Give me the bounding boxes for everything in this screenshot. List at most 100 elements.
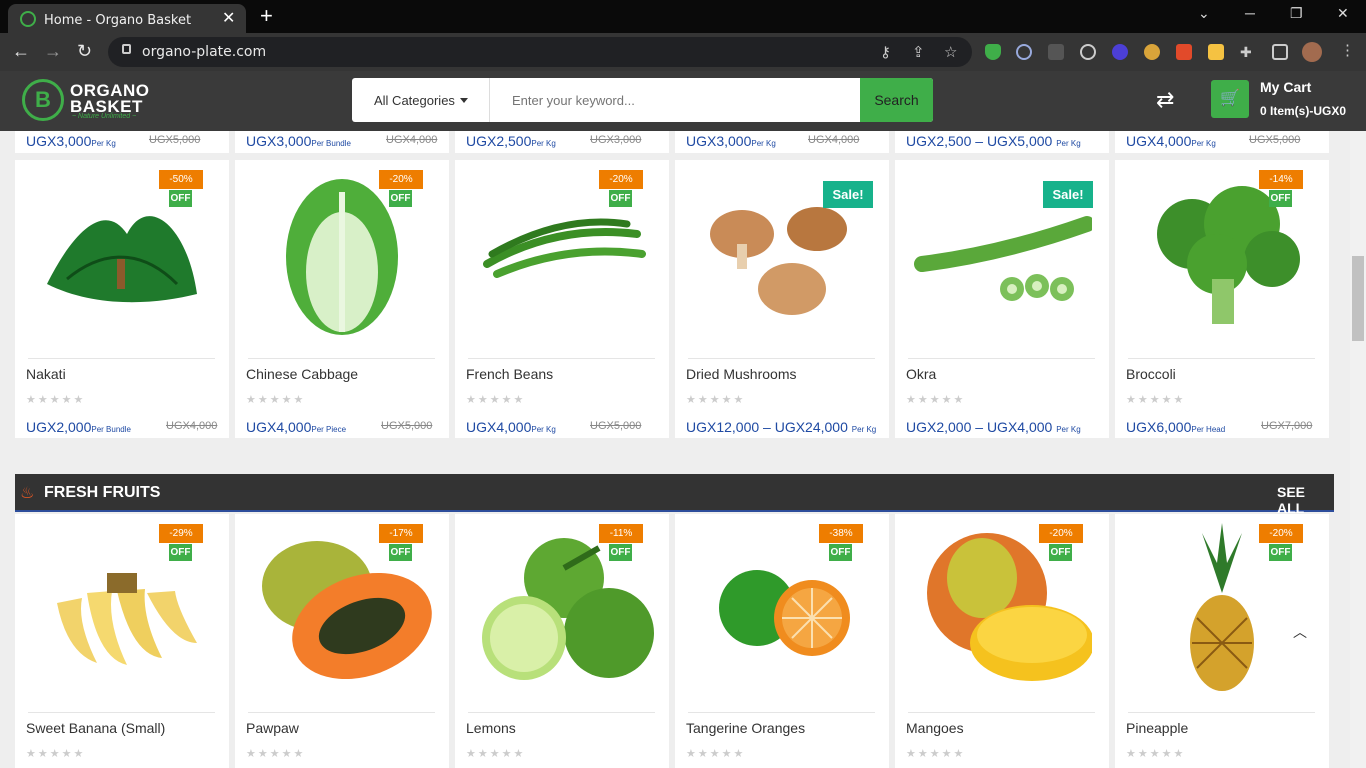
product-name[interactable]: Pawpaw <box>246 720 299 736</box>
product-name[interactable]: Lemons <box>466 720 516 736</box>
product-card[interactable]: -38% OFF Tangerine Oranges ★★★★★ <box>675 514 889 768</box>
page-scrollbar-thumb[interactable] <box>1352 256 1364 341</box>
search-input[interactable] <box>500 78 858 122</box>
product-card[interactable]: -50% OFF Nakati ★★★★★ UGX2,000Per Bundle… <box>15 160 229 438</box>
restore-icon[interactable]: ❐ <box>1290 5 1303 22</box>
product-name[interactable]: Tangerine Oranges <box>686 720 805 736</box>
sidepanel-icon[interactable] <box>1272 44 1288 60</box>
product-card[interactable]: -29% OFF Sweet Banana (Small) ★★★★★ <box>15 514 229 768</box>
target-extension-icon[interactable] <box>1080 44 1096 60</box>
discount-badge: -20% <box>1259 524 1303 543</box>
cart-icon[interactable]: 🛒 <box>1211 80 1249 118</box>
product-old-price: UGX5,000 <box>1249 134 1301 146</box>
tab-search-icon[interactable]: ⌄ <box>1198 5 1210 22</box>
page-scrollbar[interactable] <box>1350 131 1366 768</box>
product-price: UGX3,000Per Bundle <box>246 133 351 149</box>
search-button[interactable]: Search <box>860 78 933 122</box>
product-card[interactable]: -20% OFF French Beans ★★★★★ UGX4,000Per … <box>455 160 669 438</box>
product-price: UGX12,000 – UGX24,000 Per Kg <box>686 419 877 435</box>
product-name[interactable]: Pineapple <box>1126 720 1188 736</box>
product-card-partial[interactable]: UGX3,000Per Kg UGX5,000 <box>15 131 229 153</box>
discount-badge: -20% <box>599 170 643 189</box>
discount-badge: -50% <box>159 170 203 189</box>
puzzle-icon[interactable]: ✚ <box>1240 44 1256 60</box>
product-card[interactable]: Sale! Okra ★★★★★ UGX2,000 – UGX4,000 Per… <box>895 160 1109 438</box>
see-all-link[interactable]: SEE ALL <box>1277 484 1334 516</box>
product-name[interactable]: Dried Mushrooms <box>686 366 796 382</box>
lock-icon <box>122 44 131 54</box>
product-card[interactable]: Sale! Dried Mushrooms ★★★★★ UGX12,000 – … <box>675 160 889 438</box>
product-card[interactable]: -20% OFF Chinese Cabbage ★★★★★ UGX4,000P… <box>235 160 449 438</box>
fox-extension-icon[interactable] <box>1176 44 1192 60</box>
product-card-partial[interactable]: UGX3,000Per Kg UGX4,000 <box>675 131 889 153</box>
new-tab-button[interactable]: + <box>260 3 273 29</box>
discount-badge: -20% <box>1039 524 1083 543</box>
product-old-price: UGX4,000 <box>166 420 218 432</box>
discount-badge: -11% <box>599 524 643 543</box>
off-badge: OFF <box>1269 190 1292 207</box>
menu-icon[interactable]: ⋮ <box>1340 41 1355 59</box>
extension-icon[interactable] <box>1048 44 1064 60</box>
product-price: UGX3,000Per Kg <box>26 133 116 149</box>
notes-extension-icon[interactable] <box>1208 44 1224 60</box>
product-name[interactable]: Broccoli <box>1126 366 1176 382</box>
back-icon[interactable]: ← <box>12 41 30 62</box>
scroll-to-top-chevron-up-icon[interactable]: ︿ <box>1293 622 1307 642</box>
shuffle-icon[interactable]: ⇄ <box>1156 87 1174 113</box>
discount-badge: -29% <box>159 524 203 543</box>
divider <box>688 712 875 713</box>
off-badge: OFF <box>609 190 632 207</box>
product-price: UGX4,000Per Kg <box>1126 133 1216 149</box>
logo-icon[interactable]: B <box>22 79 64 121</box>
divider <box>28 712 215 713</box>
product-name[interactable]: Okra <box>906 366 936 382</box>
product-card-partial[interactable]: UGX3,000Per Bundle UGX4,000 <box>235 131 449 153</box>
gear-extension-icon[interactable] <box>1112 44 1128 60</box>
profile-avatar[interactable] <box>1302 42 1322 62</box>
divider <box>908 358 1095 359</box>
off-badge: OFF <box>389 544 412 561</box>
category-dropdown[interactable]: All Categories <box>352 78 490 122</box>
rating-stars: ★★★★★ <box>906 748 966 760</box>
product-old-price: UGX5,000 <box>381 420 433 432</box>
rating-stars: ★★★★★ <box>246 394 306 406</box>
url-text: organo-plate.com <box>142 44 267 60</box>
divider <box>908 712 1095 713</box>
product-name[interactable]: Mangoes <box>906 720 964 736</box>
product-card[interactable]: -14% OFF Broccoli ★★★★★ UGX6,000Per Head… <box>1115 160 1329 438</box>
caret-down-icon <box>460 98 468 103</box>
product-name[interactable]: Nakati <box>26 366 66 382</box>
minimize-icon[interactable]: ─ <box>1245 5 1255 21</box>
cart-title[interactable]: My Cart <box>1260 79 1311 95</box>
share-icon[interactable]: ⇪ <box>912 43 925 61</box>
product-card[interactable]: -11% OFF Lemons ★★★★★ <box>455 514 669 768</box>
product-card-partial[interactable]: UGX4,000Per Kg UGX5,000 <box>1115 131 1329 153</box>
product-card[interactable]: -17% OFF Pawpaw ★★★★★ <box>235 514 449 768</box>
product-name[interactable]: Sweet Banana (Small) <box>26 720 165 736</box>
react-extension-icon[interactable] <box>1016 44 1032 60</box>
discount-badge: -20% <box>379 170 423 189</box>
rating-stars: ★★★★★ <box>26 394 86 406</box>
shield-extension-icon[interactable] <box>985 44 1001 60</box>
divider <box>1128 358 1315 359</box>
fire-icon: ♨ <box>20 485 35 502</box>
product-card-partial[interactable]: UGX2,500Per Kg UGX3,000 <box>455 131 669 153</box>
product-name[interactable]: French Beans <box>466 366 553 382</box>
address-bar[interactable]: organo-plate.com ⚷ ⇪ ☆ <box>108 37 972 67</box>
divider <box>1128 712 1315 713</box>
cart-summary[interactable]: 0 Item(s)-UGX0 <box>1260 104 1366 118</box>
browser-tab[interactable]: Home - Organo Basket ✕ <box>8 4 246 33</box>
window-close-icon[interactable]: ✕ <box>1337 5 1349 22</box>
product-card[interactable]: -20% OFF Mangoes ★★★★★ <box>895 514 1109 768</box>
tab-close-icon[interactable]: ✕ <box>222 8 235 27</box>
bookmark-star-icon[interactable]: ☆ <box>944 43 957 61</box>
forward-icon[interactable]: → <box>44 41 62 62</box>
product-price: UGX6,000Per Head <box>1126 419 1226 435</box>
product-name[interactable]: Chinese Cabbage <box>246 366 358 382</box>
section-title: FRESH FRUITS <box>44 484 161 501</box>
globe-extension-icon[interactable] <box>1144 44 1160 60</box>
reload-icon[interactable]: ↻ <box>77 41 92 62</box>
key-icon[interactable]: ⚷ <box>880 43 891 61</box>
divider <box>468 358 655 359</box>
product-card-partial[interactable]: UGX2,500 – UGX5,000 Per Kg <box>895 131 1109 153</box>
